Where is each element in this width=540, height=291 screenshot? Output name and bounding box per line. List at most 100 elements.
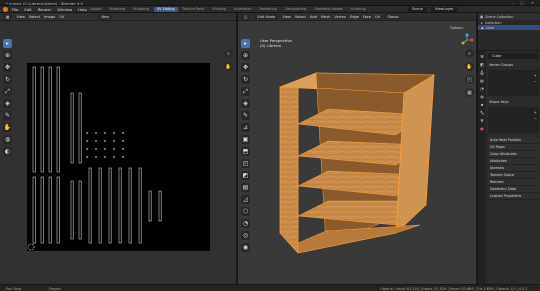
tab-layout[interactable]: Layout: [87, 7, 105, 12]
editor-type-icon[interactable]: ◫: [241, 13, 251, 20]
render-tab-icon[interactable]: ◩: [480, 62, 485, 67]
shape-keys-list[interactable]: + −: [488, 107, 539, 133]
material-tab-icon[interactable]: ●: [480, 126, 485, 131]
subpanel-geometry-data[interactable]: Geometry Data: [488, 186, 539, 193]
tab-scripting[interactable]: Scripting: [348, 7, 369, 12]
zoom-icon[interactable]: ⌕: [465, 49, 474, 58]
tab-texture-paint[interactable]: Texture Paint: [180, 7, 208, 12]
outliner-row[interactable]: ◆ Libre: [478, 25, 540, 30]
spin-icon[interactable]: ◔: [241, 219, 250, 228]
shrink-icon[interactable]: ◉: [241, 243, 250, 252]
relax-icon[interactable]: ◍: [3, 135, 12, 144]
tab-geometry-nodes[interactable]: Geometry Nodes: [311, 7, 346, 12]
transform-icon[interactable]: ◈: [241, 99, 250, 108]
menu-edit[interactable]: Edit: [24, 7, 31, 12]
scene-tab-icon[interactable]: ◔: [480, 86, 485, 91]
vertex-groups-list[interactable]: + −: [488, 70, 539, 96]
vp-menu-vertex[interactable]: Vertex: [334, 15, 346, 19]
poly-build-icon[interactable]: ⬡: [241, 207, 250, 216]
close-button[interactable]: ✕: [531, 1, 537, 5]
transform-icon[interactable]: ◈: [3, 99, 12, 108]
move-icon[interactable]: ✥: [3, 63, 12, 72]
tab-uv-editing[interactable]: UV Editing: [153, 6, 178, 12]
subpanel-custom-properties[interactable]: Custom Properties: [488, 193, 539, 200]
add-remove-icon[interactable]: + −: [534, 73, 537, 85]
loop-cut-icon[interactable]: ▤: [241, 183, 250, 192]
rotate-icon[interactable]: ↻: [3, 75, 12, 84]
vp-menu-view[interactable]: View: [282, 15, 291, 19]
shape-keys-header[interactable]: Shape Keys: [488, 100, 539, 105]
vp-menu-add[interactable]: Add: [310, 15, 317, 19]
scale-icon[interactable]: ⤢: [241, 87, 250, 96]
annotate-icon[interactable]: ✎: [3, 111, 12, 120]
rotate-icon[interactable]: ↻: [241, 75, 250, 84]
knife-icon[interactable]: ◿: [241, 195, 250, 204]
uv-canvas[interactable]: [27, 63, 210, 251]
tab-sculpting[interactable]: Sculpting: [130, 7, 152, 12]
scale-icon[interactable]: ⤢: [3, 87, 12, 96]
view-layer-tab-icon[interactable]: ▤: [480, 78, 485, 83]
editor-type-icon[interactable]: ▦: [3, 13, 13, 20]
measure-icon[interactable]: ⊿: [241, 123, 250, 132]
pinch-icon[interactable]: ◐: [3, 147, 12, 156]
tab-rendering[interactable]: Rendering: [256, 7, 279, 12]
mode-selector[interactable]: Edit Mode: [254, 13, 279, 20]
vp-menu-mesh[interactable]: Mesh: [321, 15, 330, 19]
menu-window[interactable]: Window: [57, 7, 72, 12]
grid-icon[interactable]: ▦: [465, 88, 474, 97]
navigation-gizmo-icon[interactable]: [460, 33, 474, 47]
minimize-button[interactable]: –: [511, 1, 516, 5]
subpanel-remesh[interactable]: Remesh: [488, 179, 539, 186]
object-tab-icon[interactable]: ▪: [480, 102, 485, 107]
menu-file[interactable]: File: [12, 7, 18, 12]
output-tab-icon[interactable]: ⎙: [480, 70, 485, 75]
world-tab-icon[interactable]: ◍: [480, 94, 485, 99]
uv-menu-view[interactable]: View: [16, 15, 25, 19]
bevel-icon[interactable]: ◩: [241, 171, 250, 180]
scene-field[interactable]: Scene: [408, 6, 427, 12]
vp-menu-edge[interactable]: Edge: [350, 15, 359, 19]
vp-menu-select[interactable]: Select: [295, 15, 306, 19]
camera-icon[interactable]: ◰: [465, 75, 474, 84]
zoom-icon[interactable]: ⌕: [224, 49, 233, 58]
new-image-button[interactable]: New: [98, 13, 113, 20]
grab-icon[interactable]: ✋: [3, 123, 12, 132]
vp-menu-face[interactable]: Face: [363, 15, 371, 19]
tool-tab-icon[interactable]: ⚒: [480, 54, 485, 59]
select-box-icon[interactable]: ▸: [3, 39, 12, 48]
inset-icon[interactable]: ◰: [241, 159, 250, 168]
3d-viewport[interactable]: ◫ Edit Mode View Select Add Mesh Vertex …: [237, 13, 476, 284]
menu-help[interactable]: Help: [78, 7, 87, 12]
modifier-tab-icon[interactable]: 🔧: [480, 110, 485, 115]
subpanel-attributes[interactable]: Attributes: [488, 158, 539, 165]
tab-animation[interactable]: Animation: [231, 7, 254, 12]
tab-compositing[interactable]: Compositing: [282, 7, 309, 12]
menu-render[interactable]: Render: [38, 7, 52, 12]
options-dropdown[interactable]: Options: [450, 26, 463, 30]
pan-hand-icon[interactable]: ✋: [224, 62, 233, 71]
move-icon[interactable]: ✥: [241, 63, 250, 72]
maximize-button[interactable]: □: [520, 1, 526, 5]
cursor-icon[interactable]: ⊕: [3, 51, 12, 60]
annotate-icon[interactable]: ✎: [241, 111, 250, 120]
select-box-icon[interactable]: ▸: [241, 39, 250, 48]
data-tab-icon[interactable]: ▼: [480, 118, 485, 123]
subpanel-texture-space[interactable]: Texture Space: [488, 172, 539, 179]
uv-menu-uv[interactable]: UV: [59, 15, 64, 19]
subpanel-uv-maps[interactable]: UV Maps: [488, 144, 539, 151]
smooth-icon[interactable]: ◎: [241, 231, 250, 240]
uv-menu-select[interactable]: Select: [29, 15, 40, 19]
bookshelf-model[interactable]: [268, 53, 448, 268]
subpanel-color-attributes[interactable]: Color Attributes: [488, 151, 539, 158]
pan-hand-icon[interactable]: ✋: [465, 62, 474, 71]
subpanel-normals[interactable]: Normals: [488, 165, 539, 172]
add-cube-icon[interactable]: ▣: [241, 135, 250, 144]
mesh-name-field[interactable]: Cube: [488, 53, 539, 59]
view-layer-field[interactable]: ViewLayer: [430, 6, 458, 12]
tab-modeling[interactable]: Modeling: [107, 7, 128, 12]
orientation-selector[interactable]: Global: [384, 13, 402, 20]
extrude-icon[interactable]: ⬒: [241, 147, 250, 156]
blender-logo-icon[interactable]: [3, 7, 8, 12]
uv-menu-image[interactable]: Image: [44, 15, 55, 19]
tab-shading[interactable]: Shading: [209, 7, 229, 12]
